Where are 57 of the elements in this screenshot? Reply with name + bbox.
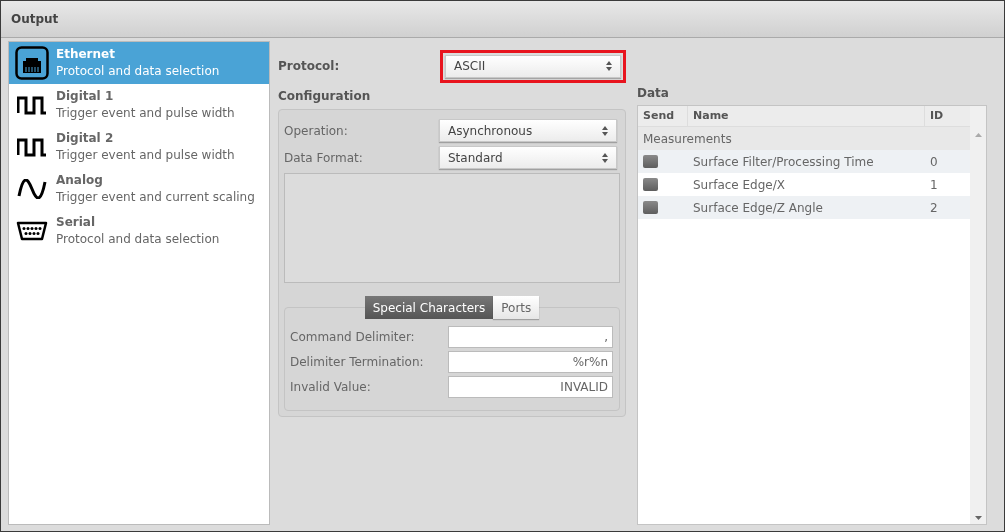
item-title: Digital 2 (56, 130, 115, 147)
up-down-arrows-icon (602, 125, 608, 136)
column-header: ID (929, 107, 945, 124)
serial-port-icon (16, 220, 48, 242)
column-header: Send (638, 106, 688, 126)
item-title: Digital 1 (56, 88, 115, 105)
item-title: Ethernet (56, 46, 116, 63)
field-label: Invalid Value: (290, 379, 372, 396)
section-title: Configuration (278, 88, 372, 105)
sidebar-item[interactable]: Analog Trigger event and current scaling (9, 168, 269, 210)
table-cell-text: 2 (929, 199, 939, 217)
square-wave-icon (17, 137, 47, 157)
square-wave-icon (17, 95, 47, 115)
scroll-down-icon[interactable] (974, 516, 982, 520)
field-label: Protocol: (278, 58, 341, 75)
table-cell-text: Surface Edge/X (692, 176, 786, 194)
table-cell-text: 1 (929, 176, 939, 194)
field-label: Command Delimiter: (290, 329, 416, 346)
checkbox[interactable] (643, 155, 658, 168)
text-field[interactable]: INVALID (448, 376, 613, 398)
item-subtitle: Protocol and data selection (56, 63, 220, 80)
item-subtitle: Trigger event and pulse width (56, 147, 235, 164)
field-label: Data Format: (284, 149, 364, 167)
sidebar-item[interactable]: Digital 1 Trigger event and pulse width (9, 84, 269, 126)
field-label: Delimiter Termination: (290, 354, 425, 371)
checkbox[interactable] (643, 178, 658, 191)
table-cell-text: 0 (929, 153, 939, 171)
item-title: Analog (56, 172, 104, 189)
table-cell-text: Surface Edge/Z Angle (692, 199, 824, 217)
scroll-up-icon[interactable] (974, 133, 982, 137)
ethernet-port-icon (15, 46, 49, 80)
dropdown-select[interactable]: Asynchronous (439, 119, 617, 142)
text-field[interactable]: , (448, 326, 613, 348)
item-subtitle: Protocol and data selection (56, 231, 220, 248)
tab[interactable]: Special Characters (364, 296, 494, 319)
table-row[interactable]: Surface Edge/Z Angle 2 (638, 196, 970, 219)
section-title: Data (637, 85, 670, 102)
item-title: Serial (56, 214, 97, 231)
field-label: Operation: (284, 122, 349, 140)
sidebar-item[interactable]: Digital 2 Trigger event and pulse width (9, 126, 269, 168)
sine-wave-icon (17, 179, 47, 199)
up-down-arrows-icon (606, 61, 612, 71)
scrollbar[interactable] (970, 106, 986, 524)
column-header: Name (688, 106, 925, 126)
table-cell-text: Surface Filter/Processing Time (692, 153, 875, 171)
dropdown-select[interactable]: Standard (439, 146, 617, 169)
group-row: Measurements (638, 127, 970, 150)
tab[interactable]: Ports (493, 296, 540, 319)
item-subtitle: Trigger event and pulse width (56, 105, 235, 122)
checkbox[interactable] (643, 201, 658, 214)
item-subtitle: Trigger event and current scaling (56, 189, 255, 206)
up-down-arrows-icon (602, 152, 608, 163)
table-row[interactable]: Surface Filter/Processing Time 0 (638, 150, 970, 173)
text-field[interactable]: %r%n (448, 351, 613, 373)
protocol-select[interactable]: ASCII (445, 54, 621, 78)
window-title: Output (11, 11, 59, 28)
sidebar-item[interactable]: Serial Protocol and data selection (9, 210, 269, 252)
